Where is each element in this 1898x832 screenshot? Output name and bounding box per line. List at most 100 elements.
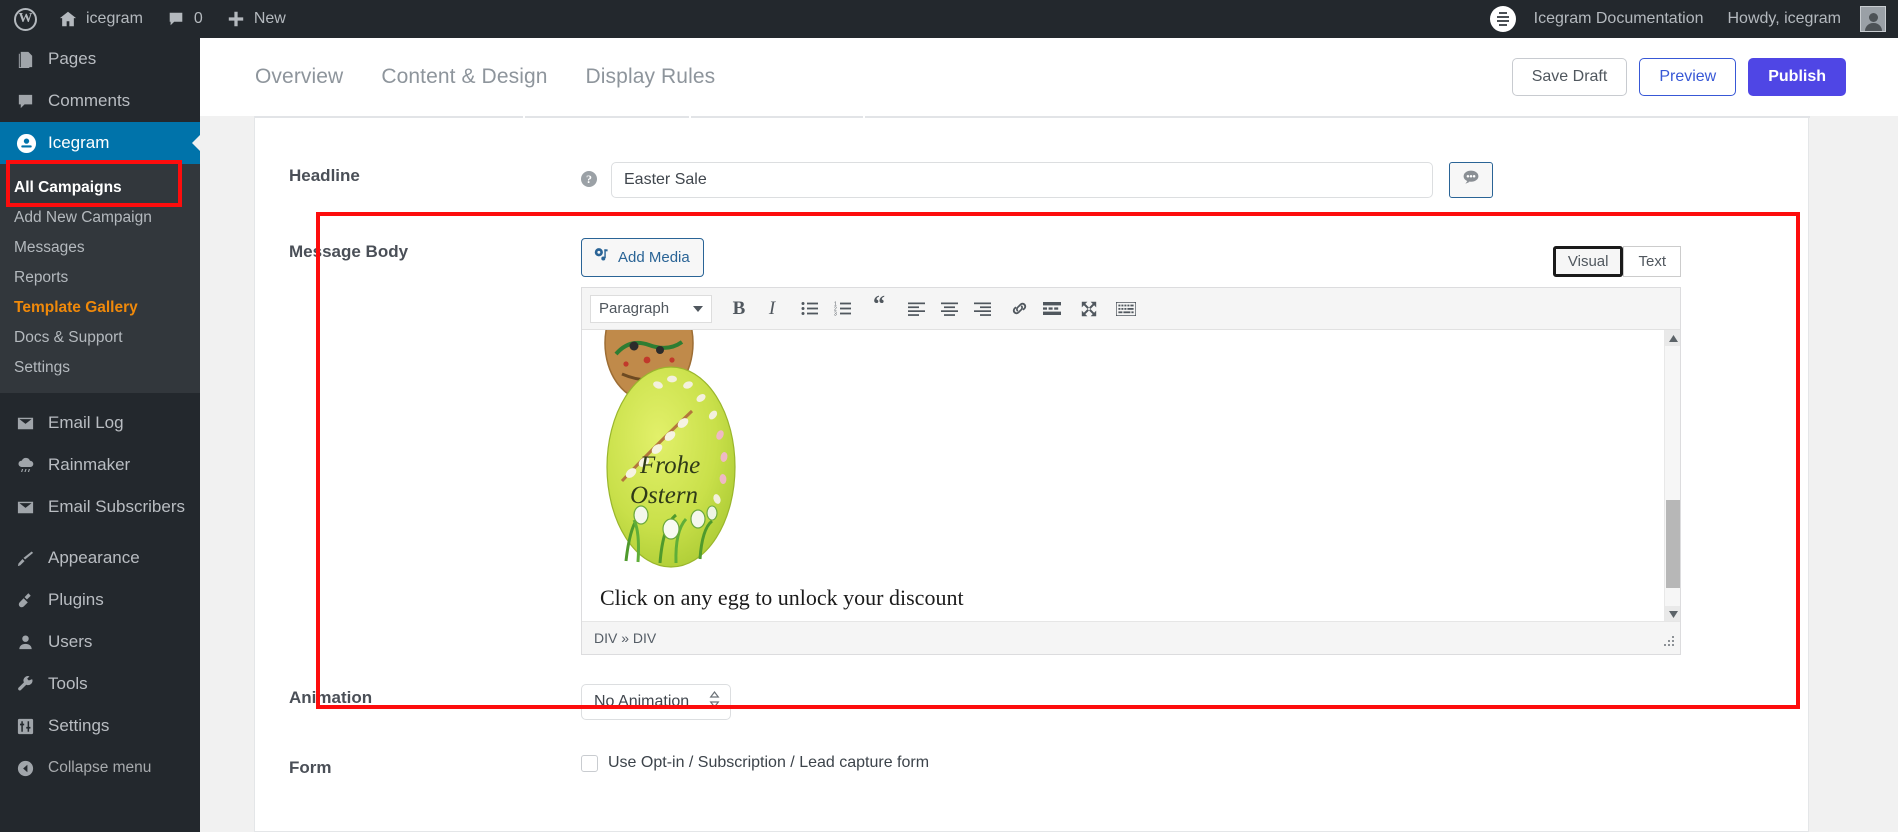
tab-text[interactable]: Text (1623, 246, 1681, 277)
header-actions: Save Draft Preview Publish (1511, 58, 1898, 96)
icegram-documentation-link[interactable]: Icegram Documentation (1478, 0, 1716, 38)
form-field: Use Opt-in / Subscription / Lead capture… (581, 754, 1808, 772)
cta-text: Click on any egg to unlock your discount (600, 585, 964, 610)
sidebar-item-users[interactable]: Users (0, 621, 200, 663)
align-center-icon[interactable] (934, 294, 964, 324)
sidebar-item-reports[interactable]: Reports (0, 263, 200, 293)
howdy-account-menu[interactable]: Howdy, icegram (1715, 0, 1898, 38)
animation-field: No Animation (581, 684, 1808, 720)
campaign-header: Overview Content & Design Display Rules … (200, 38, 1898, 116)
headline-field: ? (581, 162, 1808, 198)
sidebar-item-label: Icegram (48, 133, 110, 152)
editor-scrollbar[interactable] (1664, 330, 1680, 621)
comment-bubble-icon (167, 10, 185, 28)
sidebar-item-settings[interactable]: Settings (0, 705, 200, 747)
editor-scroll-content: Frohe Ostern Click on any egg to unlock … (582, 330, 1664, 621)
main-content: Overview Content & Design Display Rules … (200, 38, 1898, 832)
tab-visual[interactable]: Visual (1552, 246, 1624, 277)
fullscreen-icon[interactable] (1074, 294, 1104, 324)
sidebar-item-label: Appearance (48, 548, 140, 567)
svg-text:Frohe: Frohe (639, 452, 700, 479)
align-right-icon[interactable] (967, 294, 997, 324)
submenu-label: Settings (14, 359, 71, 376)
wordpress-logo-button[interactable]: W (0, 0, 47, 38)
sidebar-item-settings-icegram[interactable]: Settings (0, 353, 200, 383)
preview-button[interactable]: Preview (1639, 58, 1737, 96)
collapse-menu-button[interactable]: Collapse menu (0, 747, 200, 789)
plus-icon (227, 10, 245, 28)
new-content-button[interactable]: New (215, 0, 298, 38)
sidebar-item-messages[interactable]: Messages (0, 233, 200, 263)
speech-bubble-icon-button[interactable] (1449, 162, 1493, 198)
numbered-list-icon[interactable]: 1 2 3 (827, 294, 857, 324)
read-more-icon[interactable] (1037, 294, 1067, 324)
save-draft-button[interactable]: Save Draft (1511, 58, 1628, 96)
bold-icon[interactable]: B (724, 294, 754, 324)
tab-display-rules[interactable]: Display Rules (567, 65, 735, 89)
submenu-label: Add New Campaign (14, 209, 152, 226)
italic-icon[interactable]: I (757, 294, 787, 324)
resize-handle-icon[interactable] (1663, 635, 1676, 651)
form-row: Form Use Opt-in / Subscription / Lead ca… (255, 754, 1808, 778)
submenu-label: Messages (14, 239, 85, 256)
tab-visual-label: Visual (1567, 253, 1609, 270)
sidebar-item-comments[interactable]: Comments (0, 80, 200, 122)
tab-content-design[interactable]: Content & Design (362, 65, 566, 89)
sidebar-item-all-campaigns[interactable]: All Campaigns (0, 173, 200, 203)
blockquote-icon[interactable]: “ (864, 293, 894, 324)
sidebar-item-rainmaker[interactable]: Rainmaker (0, 444, 200, 486)
scrollbar-thumb[interactable] (1666, 500, 1680, 588)
publish-button[interactable]: Publish (1748, 58, 1846, 96)
submenu-label: All Campaigns (14, 179, 122, 196)
tab-overview[interactable]: Overview (255, 65, 362, 89)
admin-bar-right: Icegram Documentation Howdy, icegram (1478, 0, 1898, 38)
sidebar-item-tools[interactable]: Tools (0, 663, 200, 705)
insert-link-icon[interactable] (1004, 294, 1034, 324)
icegram-icon (16, 133, 44, 154)
sidebar-item-add-new-campaign[interactable]: Add New Campaign (0, 203, 200, 233)
campaign-tabs: Overview Content & Design Display Rules (255, 65, 734, 89)
tab-text-label: Text (1638, 253, 1666, 270)
format-select[interactable]: Paragraph (590, 294, 712, 323)
form-label: Form (289, 758, 332, 777)
sidebar-item-docs-support[interactable]: Docs & Support (0, 323, 200, 353)
editor-toolbar: Paragraph B I 1 2 3 “ (582, 288, 1680, 330)
sidebar-item-pages[interactable]: Pages (0, 38, 200, 80)
wp-editor: Add Media Visual Text Paragraph B I 1 2 … (581, 238, 1681, 655)
sidebar-item-icegram[interactable]: Icegram (0, 122, 201, 164)
align-left-icon[interactable] (901, 294, 931, 324)
headline-label: Headline (289, 166, 360, 185)
sidebar-item-label: Pages (48, 49, 97, 68)
sidebar-item-plugins[interactable]: Plugins (0, 579, 200, 621)
menu-separator-2 (0, 528, 200, 537)
site-name-button[interactable]: icegram (47, 0, 155, 38)
menu-separator (0, 393, 200, 402)
question-mark-icon[interactable]: ? (581, 171, 597, 187)
format-select-value: Paragraph (599, 300, 670, 317)
add-media-label: Add Media (618, 249, 690, 266)
collapse-menu-label: Collapse menu (48, 759, 152, 776)
wp-admin-bar: W icegram 0 New Icegram Documentation Ho… (0, 0, 1898, 38)
toolbar-toggle-icon[interactable] (1111, 294, 1141, 324)
sidebar-item-label: Plugins (48, 590, 104, 609)
animation-select[interactable]: No Animation (581, 684, 731, 720)
panel-tab-divider (255, 116, 1810, 118)
comments-button[interactable]: 0 (155, 0, 215, 38)
editor-content-area[interactable]: Frohe Ostern Click on any egg to unlock … (582, 330, 1680, 622)
sidebar-item-appearance[interactable]: Appearance (0, 537, 200, 579)
sidebar-item-email-subscribers[interactable]: Email Subscribers (0, 486, 200, 528)
screen-root: W icegram 0 New Icegram Documentation Ho… (0, 0, 1898, 832)
sliders-icon (16, 717, 44, 736)
scroll-up-arrow-icon[interactable] (1665, 330, 1680, 346)
editor-mode-tabs: Visual Text (1552, 246, 1681, 277)
sidebar-item-email-log[interactable]: Email Log (0, 402, 200, 444)
chevron-down-icon (693, 300, 703, 317)
optin-checkbox[interactable] (581, 754, 598, 772)
animation-row: Animation No Animation (255, 684, 1808, 720)
bulleted-list-icon[interactable] (794, 294, 824, 324)
scroll-down-arrow-icon[interactable] (1665, 606, 1680, 621)
sidebar-item-template-gallery[interactable]: Template Gallery (0, 293, 200, 323)
add-media-button[interactable]: Add Media (581, 238, 704, 277)
headline-input[interactable] (611, 162, 1433, 198)
svg-text:Ostern: Ostern (630, 482, 698, 509)
